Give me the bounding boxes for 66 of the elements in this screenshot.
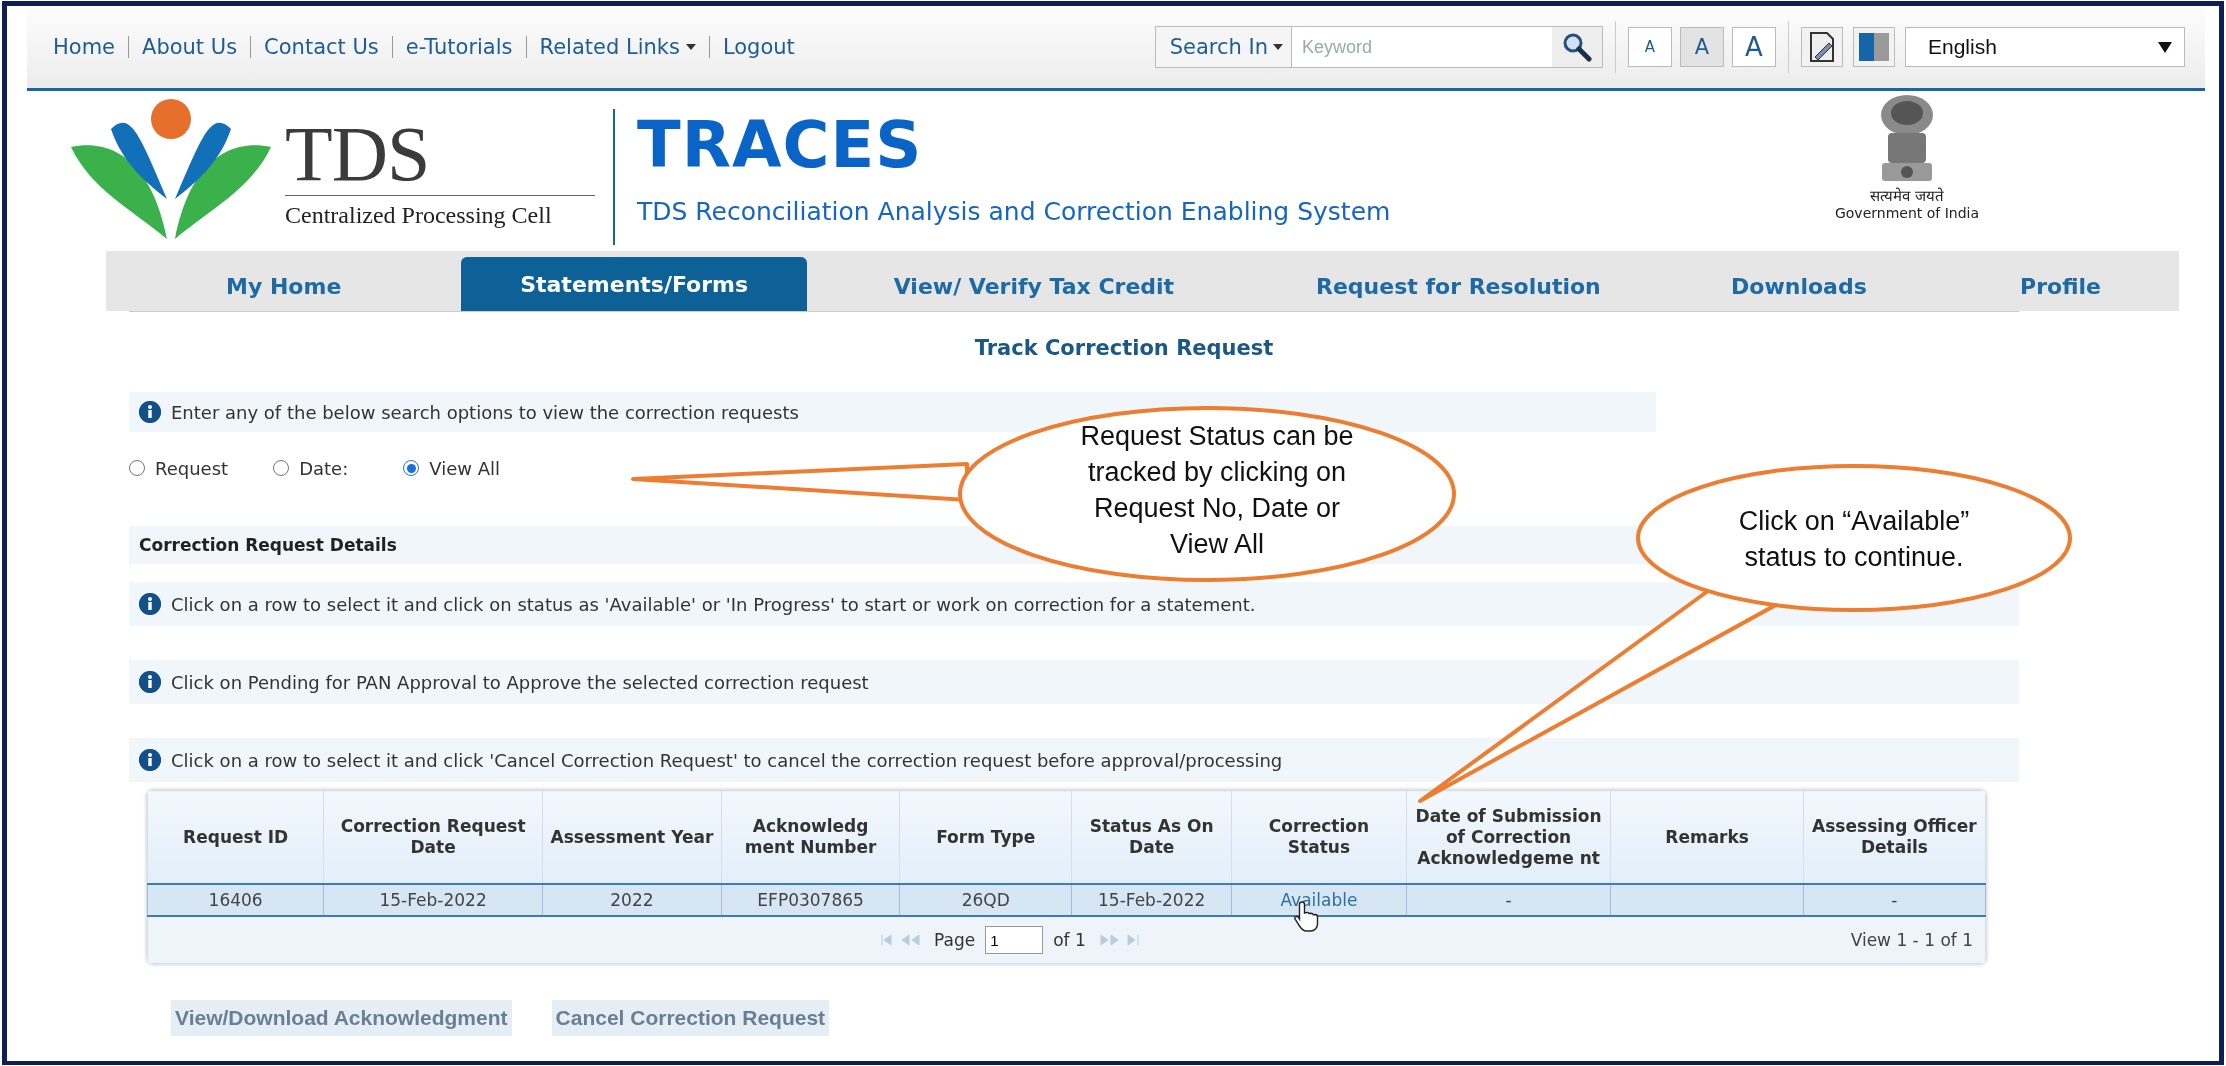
site-title: TRACES <box>637 113 924 177</box>
search-hint: Enter any of the below search options to view the correction requests <box>171 401 799 423</box>
column-header: Correction Status <box>1231 790 1407 884</box>
nav-tab[interactable]: View/ Verify Tax Credit <box>806 261 1261 311</box>
document-icon <box>1807 31 1837 63</box>
info-icon <box>139 593 161 615</box>
top-link[interactable]: About Us <box>128 36 251 58</box>
page-title: Track Correction Request <box>973 336 1275 360</box>
instruction-note: Click on Pending for PAN Approval to Approve the selected correction request <box>171 671 869 693</box>
contrast-icon <box>1859 33 1889 61</box>
search-option-radio[interactable]: View All <box>403 457 500 479</box>
column-header: Acknowledg ment Number <box>721 790 900 884</box>
nav-tab[interactable]: Profile <box>1942 261 2179 311</box>
search-button[interactable] <box>1552 27 1602 67</box>
font-size-button[interactable]: A <box>1732 27 1776 67</box>
column-header: Status As On Date <box>1071 790 1232 884</box>
logo-subtitle: Centralized Processing Cell <box>285 202 552 230</box>
nav-tab[interactable]: Downloads <box>1655 261 1943 311</box>
column-header: Assessing Officer Details <box>1803 790 1986 884</box>
top-link[interactable]: e-Tutorials <box>391 36 526 58</box>
page-label: Page <box>934 930 976 950</box>
font-size-button[interactable]: A <box>1628 27 1672 67</box>
tds-logo-icon <box>71 99 271 239</box>
page-total: of 1 <box>1053 930 1086 950</box>
logo-title: TDS <box>285 116 595 197</box>
top-link[interactable]: Logout <box>708 36 808 58</box>
column-header: Remarks <box>1610 790 1804 884</box>
column-header: Assessment Year <box>542 790 722 884</box>
table-cell: EFP0307865 <box>757 890 864 910</box>
record-count: View 1 - 1 of 1 <box>1850 930 1973 950</box>
action-button[interactable]: View/Download Acknowledgment <box>171 1000 512 1036</box>
site-subtitle: TDS Reconciliation Analysis and Correction Enabling System <box>637 197 1391 226</box>
font-size-button[interactable]: A <box>1680 27 1724 67</box>
language-select[interactable]: English <box>1905 27 2185 67</box>
emblem-caption: Government of India <box>1834 205 1979 221</box>
emblem-motto: सत्यमेव जयते <box>1870 186 1944 205</box>
info-icon <box>139 671 161 693</box>
search-option-radio[interactable]: Request <box>129 457 229 479</box>
table-cell: - <box>1505 890 1512 910</box>
nav-tab[interactable]: Request for Resolution <box>1260 261 1656 311</box>
table-cell: 16406 <box>208 890 263 910</box>
search-icon <box>1562 32 1592 62</box>
info-icon <box>139 749 161 771</box>
column-header: Form Type <box>899 790 1072 884</box>
top-link[interactable]: Related Links <box>525 36 709 58</box>
search-scope-dropdown[interactable]: Search In <box>1155 27 1292 67</box>
column-header: Date of Submission of Correction Acknowledgeme nt <box>1406 790 1611 884</box>
search-option-radio[interactable]: Date: <box>273 457 349 479</box>
top-link[interactable]: Contact Us <box>250 36 392 58</box>
sitemap-button[interactable] <box>1801 27 1843 67</box>
column-header: Request ID <box>147 790 324 884</box>
table-cell: 2022 <box>610 890 654 910</box>
table-cell: 15-Feb-2022 <box>379 890 487 910</box>
table-cell: 15-Feb-2022 <box>1098 890 1206 910</box>
action-button[interactable]: Cancel Correction Request <box>551 1000 830 1036</box>
instruction-note: Click on a row to select it and click 'Cancel Correction Request' to cancel the correction request before approval/processing <box>171 749 1283 771</box>
contrast-button[interactable] <box>1853 27 1895 67</box>
top-link[interactable]: Home <box>53 36 128 58</box>
nav-tab[interactable]: My Home <box>106 261 462 311</box>
nav-tab[interactable]: Statements/Forms <box>461 257 807 311</box>
instruction-note: Click on a row to select it and click on status as 'Available' or 'In Progress' to start or work on correction for a statement. <box>171 593 1256 615</box>
info-icon <box>139 401 161 423</box>
page-number-field[interactable]: 1 <box>985 926 1044 954</box>
column-header: Correction Request Date <box>323 790 543 884</box>
table-cell: - <box>1891 890 1898 910</box>
table-cell: 26QD <box>961 890 1010 910</box>
